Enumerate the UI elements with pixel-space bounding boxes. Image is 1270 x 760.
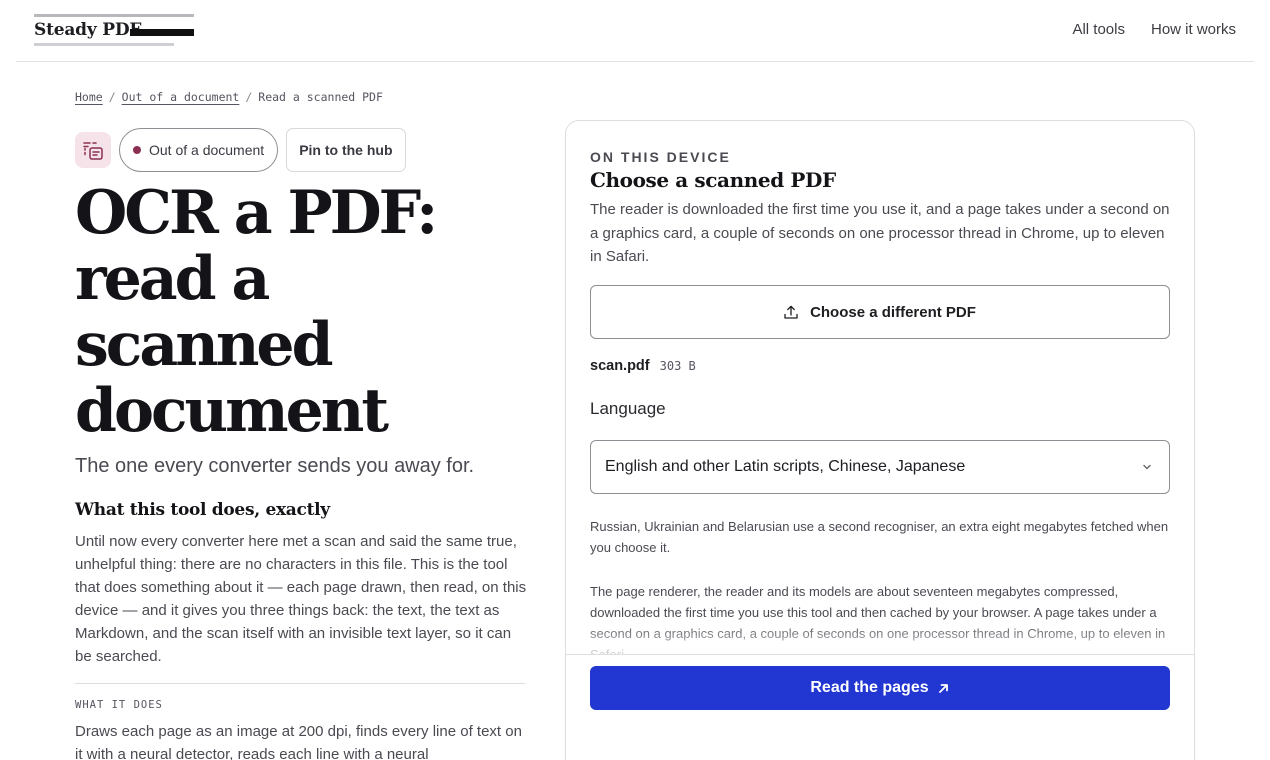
tool-meta-row: Out of a document Pin to the hub (75, 128, 406, 172)
language-select[interactable]: English and other Latin scripts, Chinese… (590, 440, 1170, 494)
logo-rule-top (34, 14, 194, 17)
description-paragraph: Until now every converter here met a sca… (75, 533, 527, 665)
category-pill[interactable]: Out of a document (119, 128, 279, 172)
logo-text: Steady PDF (34, 20, 142, 40)
upload-panel: ON THIS DEVICE Choose a scanned PDF The … (565, 120, 1195, 760)
breadcrumb-separator: / (245, 90, 253, 104)
category-label: Out of a document (149, 142, 265, 158)
breadcrumb: Home / Out of a document / Read a scanned PD… (75, 90, 383, 104)
panel-description: The reader is downloaded the first time … (590, 201, 1170, 265)
divider (75, 683, 525, 684)
panel-title: Choose a scanned PDF (590, 168, 836, 192)
language-selected-value: English and other Latin scripts, Chinese… (605, 458, 966, 475)
file-size: 303 B (659, 359, 696, 373)
page-title: OCR a PDF: read a scanned document (75, 178, 438, 446)
what-it-does-label: WHAT IT DOES (75, 699, 163, 711)
category-dot (133, 146, 141, 154)
page-subtitle: The one every converter sends you away f… (75, 455, 475, 477)
panel-eyebrow: ON THIS DEVICE (590, 149, 731, 165)
nav-how-it-works[interactable]: How it works (1151, 21, 1236, 38)
logo-rule-bottom (34, 43, 174, 46)
breadcrumb-separator: / (108, 90, 116, 104)
selected-file: scan.pdf 303 B (590, 358, 696, 374)
read-pages-label: Read the pages (810, 679, 929, 696)
file-name: scan.pdf (590, 358, 650, 374)
nav-all-tools[interactable]: All tools (1072, 21, 1125, 38)
language-label: Language (590, 399, 666, 418)
choose-pdf-button[interactable]: Choose a different PDF (590, 285, 1170, 339)
language-note: Russian, Ukrainian and Belarusian use a … (590, 519, 1169, 555)
logo-bar (130, 29, 194, 36)
ocr-tool-icon (75, 132, 111, 168)
section-heading: What this tool does, exactly (75, 500, 330, 520)
read-pages-button[interactable]: Read the pages (590, 666, 1170, 710)
what-it-does-text: Draws each page as an image at 200 dpi, … (75, 723, 522, 760)
chevron-down-icon (1143, 464, 1151, 470)
breadcrumb-category[interactable]: Out of a document (122, 90, 240, 104)
pin-to-hub-button[interactable]: Pin to the hub (286, 128, 406, 172)
arrow-up-right-icon (938, 683, 948, 693)
logo[interactable]: Steady PDF (34, 14, 194, 47)
choose-pdf-label: Choose a different PDF (810, 303, 976, 321)
upload-icon (784, 305, 798, 319)
top-nav: All tools How it works (1072, 21, 1236, 38)
breadcrumb-home[interactable]: Home (75, 90, 103, 104)
site-header: Steady PDF All tools How it works (16, 0, 1254, 62)
breadcrumb-current: Read a scanned PDF (258, 90, 383, 104)
panel-footer: Read the pages (566, 654, 1194, 760)
